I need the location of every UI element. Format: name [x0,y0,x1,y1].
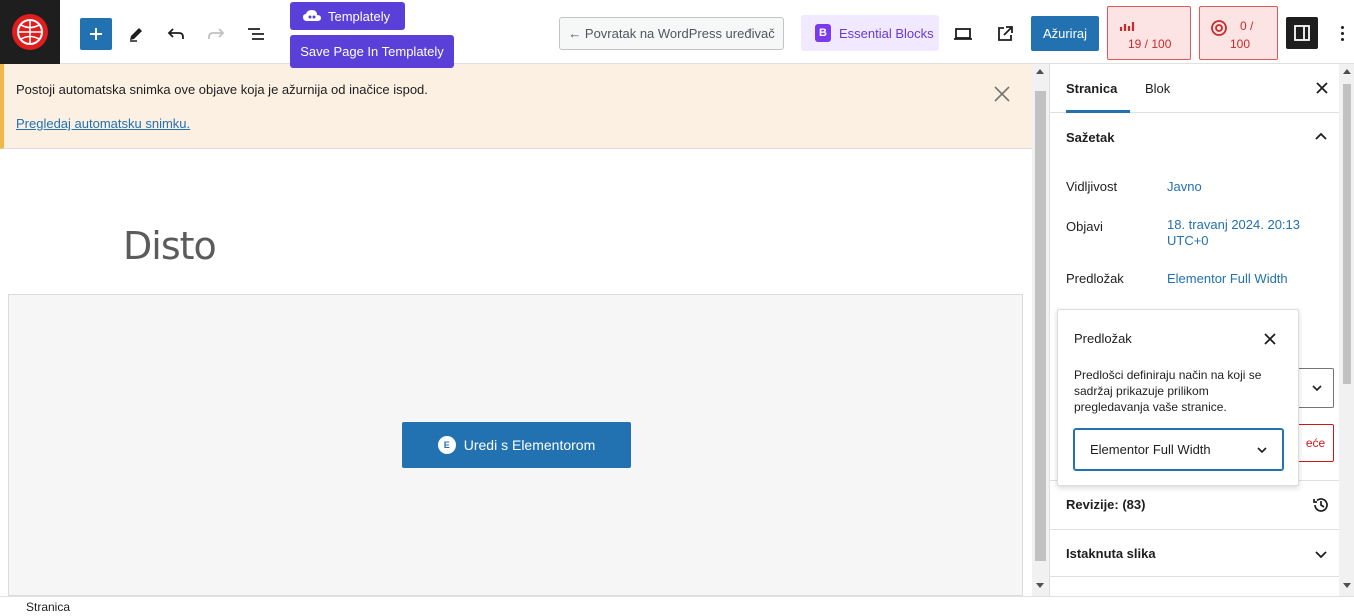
summary-panel-toggle[interactable]: Sažetak [1050,113,1340,161]
tools-button[interactable] [120,18,152,50]
preview-button[interactable] [947,18,979,50]
update-button[interactable]: Ažuriraj [1031,16,1099,51]
pencil-icon [130,28,142,42]
sidebar-scrollbar[interactable] [1339,64,1354,596]
scrollbar-thumb[interactable] [1035,91,1046,561]
scroll-down-arrow[interactable] [1343,583,1351,588]
essential-blocks-icon: B [815,24,831,42]
readability-score-bottom: 100 [1230,37,1251,51]
sidebar-icon [1294,25,1310,41]
chevron-down-icon [1315,551,1327,559]
visibility-label: Vidljivost [1066,179,1118,194]
templately-label: Templately [328,8,391,24]
visibility-value[interactable]: Javno [1167,179,1202,195]
save-templately-label: Save Page In Templately [300,44,444,59]
tab-page[interactable]: Stranica [1066,64,1130,113]
template-select-value: Elementor Full Width [1090,442,1211,457]
block-breadcrumb: Stranica [0,596,1354,616]
seo-score-button[interactable]: 19 / 100 [1107,6,1191,60]
essential-blocks-label: Essential Blocks [839,25,934,41]
chevron-down-icon [1312,385,1322,392]
popover-description: Predlošci definiraju način na koji se sa… [1074,368,1262,414]
plus-icon [90,28,102,40]
view-autosave-link[interactable]: Pregledaj automatsku snimku. [16,116,190,131]
elementor-icon: E [437,436,456,454]
settings-sidebar-toggle[interactable] [1286,17,1318,49]
external-link-icon [998,26,1013,41]
save-page-templately-button[interactable]: Save Page In Templately [290,35,454,68]
publish-label: Objavi [1066,219,1103,234]
readability-score-button[interactable]: 0 / 100 [1199,6,1278,60]
publish-row: Objavi 18. travanj 2024. 20:13 UTC+0 [1066,217,1336,253]
tab-block[interactable]: Blok [1145,64,1185,113]
notice-text: Postoji automatska snimka ove objave koj… [16,82,428,97]
logo-icon [12,14,48,50]
popover-title: Predložak [1074,331,1132,346]
scrollbar-thumb[interactable] [1343,84,1351,384]
update-label: Ažuriraj [1042,26,1088,41]
templately-button[interactable]: Templately [290,2,405,30]
editor-toolbar: Templately Save Page In Templately ← Pov… [0,0,1354,68]
chevron-up-icon [1315,132,1327,140]
cloud-icon [303,10,321,21]
move-to-trash-button[interactable]: eće [1298,424,1334,462]
close-icon[interactable] [1312,78,1332,98]
view-page-button[interactable] [989,18,1021,50]
trash-label: eće [1305,436,1326,450]
undo-button[interactable] [160,18,192,50]
options-menu-button[interactable] [1330,17,1354,49]
autosave-notice: Postoji automatska snimka ove objave koj… [0,64,1032,149]
template-value[interactable]: Elementor Full Width [1167,271,1288,287]
page-title[interactable]: Disto [123,224,217,268]
breadcrumb-item[interactable]: Stranica [26,600,70,614]
add-block-button[interactable] [80,18,112,50]
featured-image-panel-toggle[interactable]: Istaknuta slika [1050,529,1340,577]
undo-icon [167,28,184,39]
history-icon [1313,498,1328,512]
at-icon [1211,20,1227,36]
author-select[interactable] [1298,368,1334,408]
list-view-icon [248,28,264,40]
publish-date-value[interactable]: 18. travanj 2024. 20:13 UTC+0 [1167,217,1317,249]
redo-button[interactable] [200,18,232,50]
template-row: Predložak Elementor Full Width [1066,271,1336,291]
edit-with-elementor-button[interactable]: E Uredi s Elementorom [402,422,631,468]
readability-score-top: 0 / [1240,19,1254,33]
sidebar-tabs: Stranica Blok [1050,64,1340,113]
scroll-up-arrow[interactable] [1343,69,1351,74]
seo-score-text: 19 / 100 [1128,37,1172,51]
elementor-placeholder: E Uredi s Elementorom [8,294,1023,596]
close-icon[interactable] [990,82,1014,106]
editor-canvas-area: Postoji automatska snimka ove objave koj… [0,64,1032,596]
desktop-preview-icon [954,28,972,40]
elementor-button-label: Uredi s Elementorom [463,437,596,453]
close-icon[interactable] [1261,330,1279,348]
essential-blocks-button[interactable]: B Essential Blocks [801,15,939,51]
visibility-row: Vidljivost Javno [1066,179,1336,199]
featured-image-label: Istaknuta slika [1066,545,1156,561]
back-label: ← Povratak na WordPress uređivač [568,26,775,41]
list-view-button[interactable] [240,18,272,50]
revisions-panel[interactable]: Revizije: (83) [1050,480,1340,528]
chart-icon [1120,22,1135,31]
editor-scrollbar[interactable] [1032,64,1049,596]
scroll-down-arrow[interactable] [1036,583,1044,588]
summary-title: Sažetak [1066,129,1115,145]
template-popover: Predložak Predlošci definiraju način na … [1057,309,1299,486]
template-select[interactable]: Elementor Full Width [1074,429,1283,470]
template-label: Predložak [1066,271,1124,286]
revisions-label: Revizije: (83) [1066,497,1146,512]
scroll-up-arrow[interactable] [1036,69,1044,74]
kebab-icon [1340,25,1344,29]
redo-icon [208,28,225,39]
back-to-wordpress-editor-button[interactable]: ← Povratak na WordPress uređivač [559,17,784,50]
chevron-down-icon [1257,447,1267,454]
site-logo[interactable] [0,0,60,64]
